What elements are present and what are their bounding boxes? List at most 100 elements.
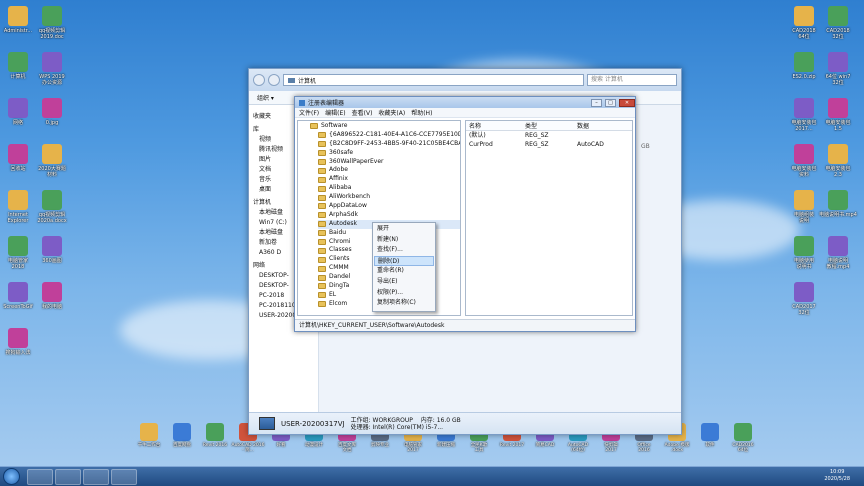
folder-icon [318,247,326,254]
desktop-icon-label: Revit 2017 [499,443,525,448]
tree-item-label: 360safe [329,148,354,156]
clock-time: 10:09 [829,469,845,475]
desktop-icon[interactable]: 360画图 [30,236,74,264]
desktop-icon[interactable]: 搜狗输入法 [0,328,40,356]
desktop-icon-label: 软件 [705,443,715,448]
tree-item[interactable]: AppDataLow [318,202,460,211]
taskbar: 10:09 2020/5/28 [0,466,864,486]
context-menu-item[interactable]: 导出(E) [374,277,434,288]
context-menu-item[interactable]: 复制项名称(C) [374,298,434,309]
context-menu-item[interactable]: 查找(F)... [374,245,434,256]
desktop-icon-label: Adobe 模版 .docx [664,443,690,453]
clock[interactable]: 10:09 2020/5/28 [824,469,850,483]
desktop-icon[interactable]: 软件 [693,423,727,448]
desktop-icon-label: Office 2016 [637,443,651,453]
folder-icon [310,123,318,130]
tree-item[interactable]: Alibaba [318,184,460,193]
list-item[interactable]: CurProd REG_SZ AutoCAD [466,140,632,149]
desktop-icon[interactable]: 电脑说明 教程.mp4 [816,236,860,270]
menu-item[interactable]: 查看(V) [352,108,373,117]
folder-icon [318,274,326,281]
desktop-icon[interactable]: 2020大赛题 材料 [30,144,74,178]
folder-icon [318,185,326,192]
desktop-icon[interactable]: 64位 win7 32位 [816,52,860,86]
desktop-icon[interactable]: 电脑安装包 1.5 [816,98,860,132]
app-icon [140,423,158,441]
explorer-nav-bar: 计算机 搜索 计算机 [249,69,681,91]
menu-bar: 文件(F) 编辑(E) 查看(V) 收藏夹(A) 帮助(H) [295,108,635,118]
search-input[interactable]: 搜索 计算机 [587,74,677,86]
computer-name: USER-20200317VJ [281,419,345,428]
organize-button[interactable]: 组织 ▾ [257,93,274,102]
folder-icon [318,230,326,237]
start-button[interactable] [3,468,20,485]
desktop-icon[interactable]: 我的电脑 [30,282,74,310]
context-menu-item[interactable]: 新建(N) [374,235,434,246]
taskbar-ie-button[interactable] [27,469,53,485]
tree-item[interactable]: Affinix [318,175,460,184]
tree-item-label: EL [329,290,337,298]
address-bar[interactable]: 计算机 [283,74,584,86]
desktop-icon[interactable]: qq视频剪辑 2020a.docx [30,190,74,224]
desktop-icon[interactable]: qq视频剪辑 2019.doc [30,6,74,40]
desktop-icon[interactable]: 电脑安装包 2.3 [816,144,860,178]
tree-item[interactable]: ArphaSdk [318,211,460,220]
taskbar-regedit-button[interactable] [83,469,109,485]
menu-item[interactable]: 帮助(H) [411,108,432,117]
col-data[interactable]: 数据 [574,121,630,130]
app-icon [794,52,814,72]
app-icon [173,423,191,441]
registry-values-list[interactable]: 名称 类型 数据 (默认) REG_SZ CurProd REG_SZ AutoCAD [465,120,633,316]
desktop-icon[interactable]: 电脑说明书.mp4 [816,190,860,218]
close-button[interactable]: ✕ [619,98,635,107]
tree-item[interactable]: {6A896522-C181-40E4-A1C6-CCE7795E10D3} [318,131,460,140]
context-menu-item[interactable]: 重命名(R) [374,266,434,277]
value-type: REG_SZ [525,132,549,139]
tree-item[interactable]: Adobe [318,166,460,175]
taskbar-explorer-button[interactable] [111,469,137,485]
tree-item-label: Alibaba [329,184,352,192]
tree-item[interactable]: Software [310,122,460,131]
tree-item[interactable]: 360safe [318,149,460,158]
desktop-icon[interactable]: 0.jpg [30,98,74,126]
list-item[interactable]: (默认) REG_SZ [466,131,632,140]
tree-item[interactable]: AliWorkbench [318,193,460,202]
app-icon [734,423,752,441]
tree-item-label: Adobe [329,166,348,174]
computer-icon [259,417,275,430]
taskbar-sogou-button[interactable] [55,469,81,485]
maximize-button[interactable]: □ [605,98,616,107]
desktop-icon[interactable]: 百度网盘 [165,423,199,448]
app-icon [828,236,848,256]
desktop-icon[interactable]: WPS 2019 办公资源 [30,52,74,86]
desktop-icon[interactable]: CAD2017 32位 [782,282,826,316]
desktop-icon[interactable]: Revit 2016 [198,423,232,448]
col-name[interactable]: 名称 [466,121,522,130]
regedit-icon [299,99,305,106]
forward-button[interactable] [268,74,280,86]
folder-icon [318,159,326,165]
registry-path: 计算机\HKEY_CURRENT_USER\Software\Autodesk [295,319,635,331]
desktop-icon-label: qq视频剪辑 2020a.docx [37,212,67,224]
desktop-icon-label: CAD2016 64位 [732,443,754,453]
menu-item[interactable]: 文件(F) [299,108,319,117]
col-type[interactable]: 类型 [522,121,574,130]
back-button[interactable] [253,74,265,86]
title-bar[interactable]: 注册表编辑器 – □ ✕ [295,97,635,108]
minimize-button[interactable]: – [591,98,602,107]
tree-item-label: AppDataLow [329,202,367,210]
tree-item[interactable]: 360WallPaperEver [318,158,460,167]
desktop-icon[interactable]: CAD2016 64位 [726,423,760,453]
tree-item-label: {6A896522-C181-40E4-A1C6-CCE7795E10D3} [329,130,461,138]
desktop-icon[interactable]: 千牛工作台 [132,423,166,448]
menu-item[interactable]: 收藏夹(A) [378,108,405,117]
tree-item-label: AliWorkbench [329,193,371,201]
tree-item[interactable]: {B2C8D9FF-2453-4BB5-9F40-21C05BE4CBA8} [318,140,460,149]
registry-editor-window[interactable]: 注册表编辑器 – □ ✕ 文件(F) 编辑(E) 查看(V) 收藏夹(A) 帮助(H) … [294,96,636,332]
context-menu-item[interactable]: 删除(D) [374,255,434,267]
context-menu-item[interactable]: 展开 [374,224,434,235]
tree-item-label: ArphaSdk [329,210,358,218]
menu-item[interactable]: 编辑(E) [325,108,345,117]
context-menu-item[interactable]: 权限(P)... [374,288,434,299]
desktop-icon[interactable]: CAD2018 32位 [816,6,860,40]
